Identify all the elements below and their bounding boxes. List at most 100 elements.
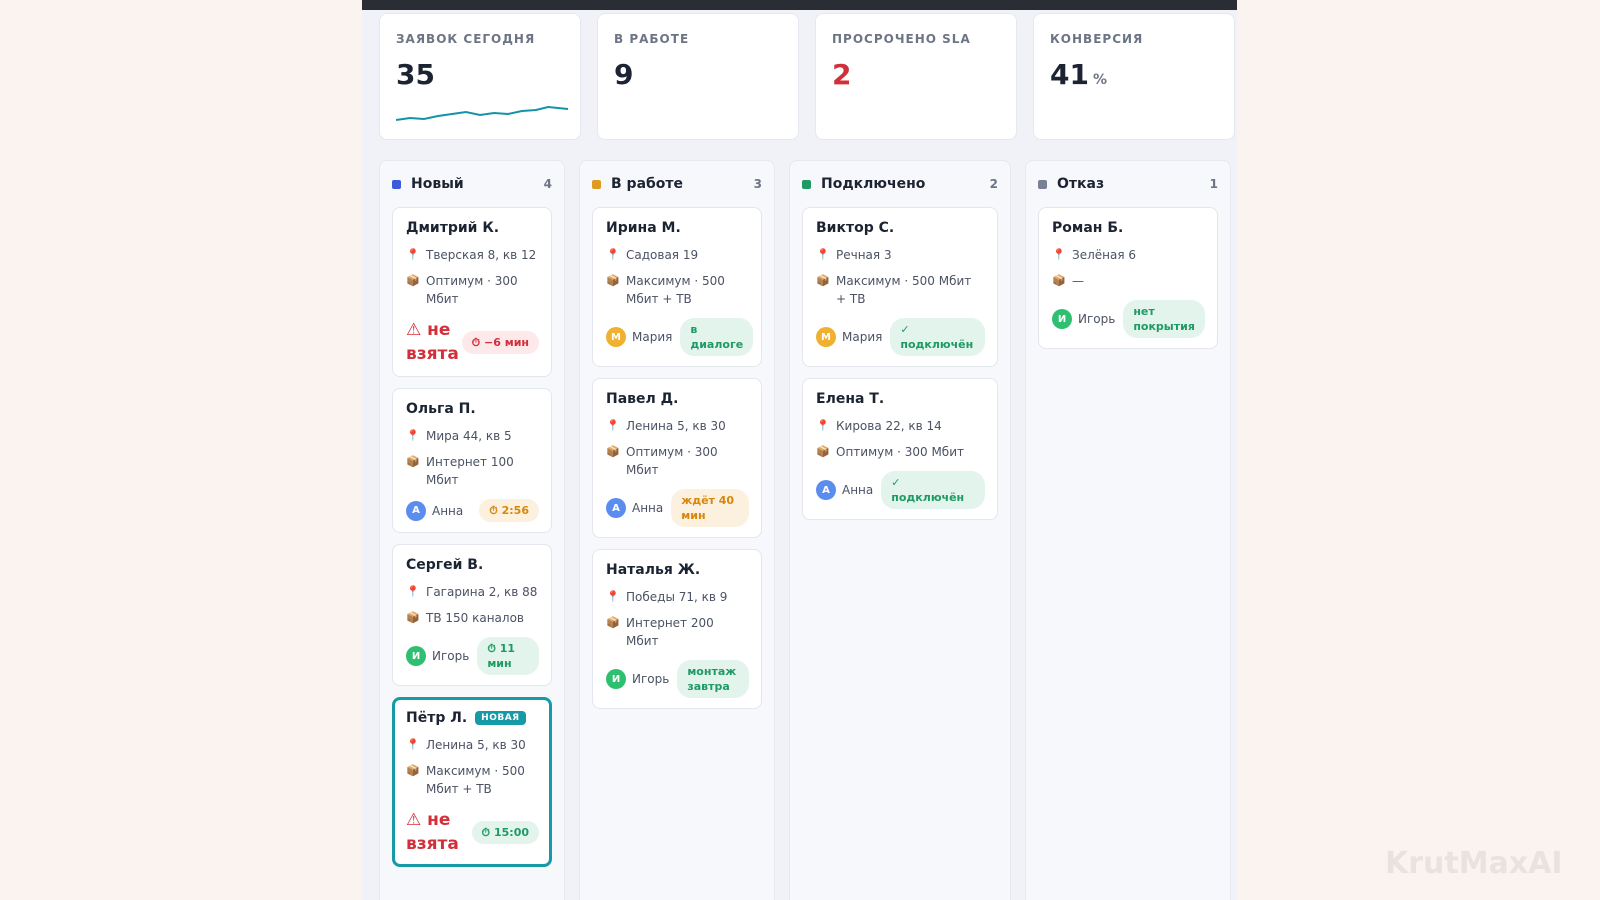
status-pill: монтаж завтра bbox=[677, 660, 749, 698]
address-text: Победы 71, кв 9 bbox=[626, 590, 728, 604]
status-text: подключён bbox=[891, 491, 965, 504]
package-icon: 📦 bbox=[606, 274, 620, 287]
lead-name: Сергей В. bbox=[406, 557, 484, 573]
lead-card[interactable]: Ирина М. 📍 Садовая 19 📦 Максимум · 500 Мби… bbox=[592, 207, 762, 367]
package-icon: 📦 bbox=[816, 274, 830, 287]
lead-address: 📍 Тверская 8, кв 12 bbox=[406, 246, 539, 264]
clock-icon: ⏱ bbox=[489, 504, 498, 517]
watermark-logo: KrutMaxAI bbox=[1385, 846, 1563, 881]
lead-address: 📍 Садовая 19 bbox=[606, 246, 749, 264]
avatar: А bbox=[606, 498, 626, 518]
clock-icon: ⏱ bbox=[481, 825, 491, 839]
lead-name-row: Пётр Л. НОВАЯ bbox=[406, 710, 539, 726]
kpi-value: 41% bbox=[1050, 58, 1218, 91]
clock-icon: ⏱ bbox=[487, 642, 496, 655]
package-icon: 📦 bbox=[816, 445, 830, 458]
pin-icon: 📍 bbox=[606, 248, 620, 261]
assignee-name: Игорь bbox=[1078, 312, 1116, 326]
column-title: Подключено bbox=[821, 176, 926, 192]
lead-card[interactable]: Роман Б. 📍 Зелёная 6 📦 — И Игорь нет покры… bbox=[1038, 207, 1218, 349]
column-count: 2 bbox=[989, 177, 998, 191]
assignee-name: Анна bbox=[842, 483, 874, 497]
column-header[interactable]: Подключено 2 bbox=[802, 173, 998, 195]
warning-icon: ⚠ bbox=[406, 320, 422, 340]
column-header[interactable]: Новый 4 bbox=[392, 173, 552, 195]
package-icon: 📦 bbox=[406, 764, 420, 777]
lead-name: Дмитрий К. bbox=[406, 220, 500, 236]
card-footer: ⚠ не взята ⏱ −6 мин bbox=[406, 318, 539, 366]
new-badge: НОВАЯ bbox=[475, 711, 526, 725]
clock-icon: ⏱ bbox=[471, 335, 481, 349]
plan-text: Максимум · 500 Мбит + ТВ bbox=[626, 274, 725, 306]
address-text: Гагарина 2, кв 88 bbox=[426, 585, 538, 599]
address-text: Зелёная 6 bbox=[1072, 248, 1136, 262]
lead-name: Елена Т. bbox=[816, 391, 885, 407]
timer-pill: ⏱ 15:00 bbox=[471, 820, 539, 844]
lead-plan: 📦 Оптимум · 300 Мбит bbox=[406, 272, 539, 308]
column-count: 1 bbox=[1209, 177, 1218, 191]
pin-icon: 📍 bbox=[606, 590, 620, 603]
avatar: И bbox=[606, 669, 626, 689]
status-pill: в диалоге bbox=[680, 318, 754, 356]
column-title: В работе bbox=[611, 176, 684, 192]
lead-card[interactable]: Ольга П. 📍 Мира 44, кв 5 📦 Интернет 100 Мб… bbox=[392, 388, 552, 533]
plan-text: Оптимум · 300 Мбит bbox=[836, 445, 964, 459]
top-bar bbox=[362, 0, 1237, 10]
kpi-label: ПРОСРОЧЕНО SLA bbox=[832, 32, 971, 46]
status-pill: ✓ подключён bbox=[881, 471, 985, 509]
kpi-value: 9 bbox=[614, 58, 634, 91]
kpi-value: 35 bbox=[396, 58, 435, 91]
status-dot-icon bbox=[802, 179, 811, 189]
lead-card[interactable]: Павел Д. 📍 Ленина 5, кв 30 📦 Оптимум · 300… bbox=[592, 378, 762, 538]
lead-name: Роман Б. bbox=[1052, 220, 1124, 236]
kpi-label: В РАБОТЕ bbox=[614, 32, 690, 46]
address-text: Речная 3 bbox=[836, 248, 892, 262]
lead-address: 📍 Речная 3 bbox=[816, 246, 985, 264]
plan-text: Максимум · 500 Мбит + ТВ bbox=[426, 764, 525, 796]
kpi-unit: % bbox=[1092, 72, 1107, 88]
status-pill: ждёт 40 мин bbox=[671, 489, 749, 527]
column-header[interactable]: В работе 3 bbox=[592, 173, 762, 195]
not-taken-warning: ⚠ не взята bbox=[406, 808, 472, 856]
card-footer: А Анна ждёт 40 мин bbox=[606, 489, 749, 527]
assignee-name: Игорь bbox=[432, 649, 470, 663]
kpi-row: ЗАЯВОК СЕГОДНЯ 35 В РАБОТЕ 9 ПРОСРОЧЕНО … bbox=[379, 13, 1235, 140]
lead-address: 📍 Ленина 5, кв 30 bbox=[606, 417, 749, 435]
lead-address: 📍 Ленина 5, кв 30 bbox=[406, 736, 539, 754]
kpi-conversion: КОНВЕРСИЯ 41% bbox=[1033, 13, 1235, 140]
check-icon: ✓ bbox=[891, 476, 901, 489]
status-text: подключён bbox=[900, 338, 974, 351]
lead-plan: 📦 Оптимум · 300 Мбит bbox=[606, 443, 749, 479]
card-footer: А Анна ⏱ 2:56 bbox=[406, 499, 539, 522]
address-text: Мира 44, кв 5 bbox=[426, 429, 512, 443]
package-icon: 📦 bbox=[406, 455, 420, 468]
lead-name: Виктор С. bbox=[816, 220, 895, 236]
address-text: Кирова 22, кв 14 bbox=[836, 419, 942, 433]
not-taken-warning: ⚠ не взята bbox=[406, 318, 462, 366]
card-footer: М Мария ✓ подключён bbox=[816, 318, 985, 356]
assignee-name: Мария bbox=[842, 330, 883, 344]
lead-card[interactable]: Сергей В. 📍 Гагарина 2, кв 88 📦 ТВ 150 кан… bbox=[392, 544, 552, 686]
assignee-name: Мария bbox=[632, 330, 673, 344]
column-header[interactable]: Отказ 1 bbox=[1038, 173, 1218, 195]
timer-pill: ⏱ 11 мин bbox=[477, 637, 539, 675]
lead-plan: 📦 Максимум · 500 Мбит + ТВ bbox=[606, 272, 749, 308]
package-icon: 📦 bbox=[1052, 274, 1066, 287]
lead-card[interactable]: Виктор С. 📍 Речная 3 📦 Максимум · 500 Мбит… bbox=[802, 207, 998, 367]
warning-icon: ⚠ bbox=[406, 810, 422, 830]
timer-text: 15:00 bbox=[493, 825, 529, 839]
lead-address: 📍 Победы 71, кв 9 bbox=[606, 588, 749, 606]
pin-icon: 📍 bbox=[606, 419, 620, 432]
lead-card[interactable]: Дмитрий К. 📍 Тверская 8, кв 12 📦 Оптимум ·… bbox=[392, 207, 552, 377]
lead-plan: 📦 Интернет 100 Мбит bbox=[406, 453, 539, 489]
lead-card[interactable]: Елена Т. 📍 Кирова 22, кв 14 📦 Оптимум · 30… bbox=[802, 378, 998, 520]
lead-name: Пётр Л. bbox=[406, 710, 468, 726]
lead-card[interactable]: Наталья Ж. 📍 Победы 71, кв 9 📦 Интернет 20… bbox=[592, 549, 762, 709]
card-footer: И Игорь ⏱ 11 мин bbox=[406, 637, 539, 675]
card-footer: М Мария в диалоге bbox=[606, 318, 754, 356]
lead-card-new[interactable]: Пётр Л. НОВАЯ 📍 Ленина 5, кв 30 📦 Максимум … bbox=[392, 697, 552, 867]
lead-plan: 📦 Оптимум · 300 Мбит bbox=[816, 443, 985, 461]
avatar: М bbox=[816, 327, 836, 347]
assignee-name: Анна bbox=[632, 501, 664, 515]
lead-plan: 📦 Интернет 200 Мбит bbox=[606, 614, 749, 650]
